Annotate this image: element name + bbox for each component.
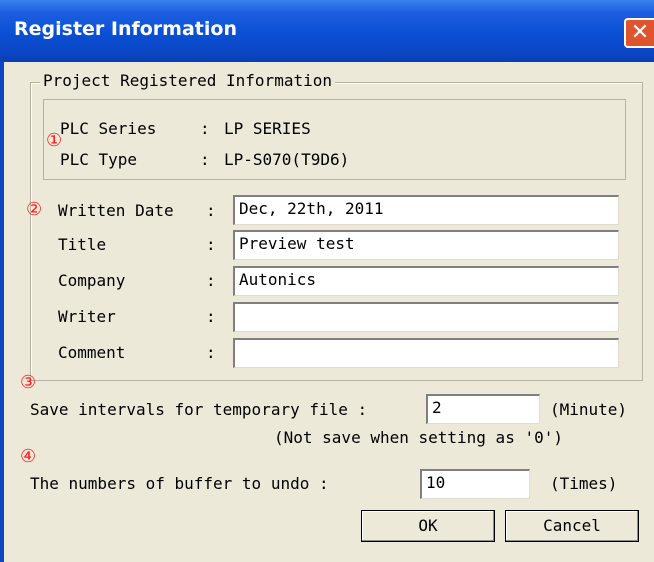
comment-field[interactable] <box>233 338 619 368</box>
save-interval-input[interactable]: 2 <box>426 394 540 424</box>
plc-series-value: LP SERIES <box>224 119 311 138</box>
comment-separator: : <box>206 343 216 362</box>
comment-label: Comment <box>58 343 126 362</box>
window-frame <box>0 62 4 562</box>
marker-1: ① <box>46 130 63 151</box>
writer-separator: : <box>206 307 216 326</box>
undo-buffer-unit: (Times) <box>550 474 618 493</box>
company-separator: : <box>206 271 216 290</box>
title-separator: : <box>206 235 216 254</box>
marker-4: ④ <box>20 446 37 467</box>
group-label: Project Registered Information <box>40 71 335 90</box>
plc-type-label: PLC Type <box>60 150 138 169</box>
undo-buffer-label: The numbers of buffer to undo : <box>30 474 329 493</box>
company-label: Company <box>58 271 126 290</box>
save-interval-note: (Not save when setting as '0') <box>274 428 563 447</box>
title-field[interactable]: Preview test <box>233 230 619 260</box>
marker-3: ③ <box>20 372 37 393</box>
plc-type-separator: : <box>200 150 210 169</box>
undo-buffer-input[interactable]: 10 <box>420 469 530 499</box>
plc-series-label: PLC Series <box>60 119 157 138</box>
written-date-label: Written Date <box>58 201 174 220</box>
save-interval-label: Save intervals for temporary file : <box>30 400 368 419</box>
register-information-dialog: Register Information ✕ Project Registere… <box>0 0 654 562</box>
cancel-button[interactable]: Cancel <box>505 510 639 542</box>
ok-button[interactable]: OK <box>361 510 495 542</box>
window-title: Register Information <box>14 18 237 40</box>
company-field[interactable]: Autonics <box>233 266 619 296</box>
writer-label: Writer <box>58 307 116 326</box>
title-label: Title <box>58 235 107 254</box>
plc-series-separator: : <box>200 119 210 138</box>
writer-field[interactable] <box>233 302 619 332</box>
plc-type-value: LP-S070(T9D6) <box>224 150 350 169</box>
marker-2: ② <box>26 199 43 220</box>
save-interval-unit: (Minute) <box>550 400 628 419</box>
close-icon[interactable]: ✕ <box>624 18 654 48</box>
title-bar[interactable]: Register Information ✕ <box>0 0 654 62</box>
written-date-field[interactable]: Dec, 22th, 2011 <box>233 195 619 225</box>
written-date-separator: : <box>206 201 216 220</box>
